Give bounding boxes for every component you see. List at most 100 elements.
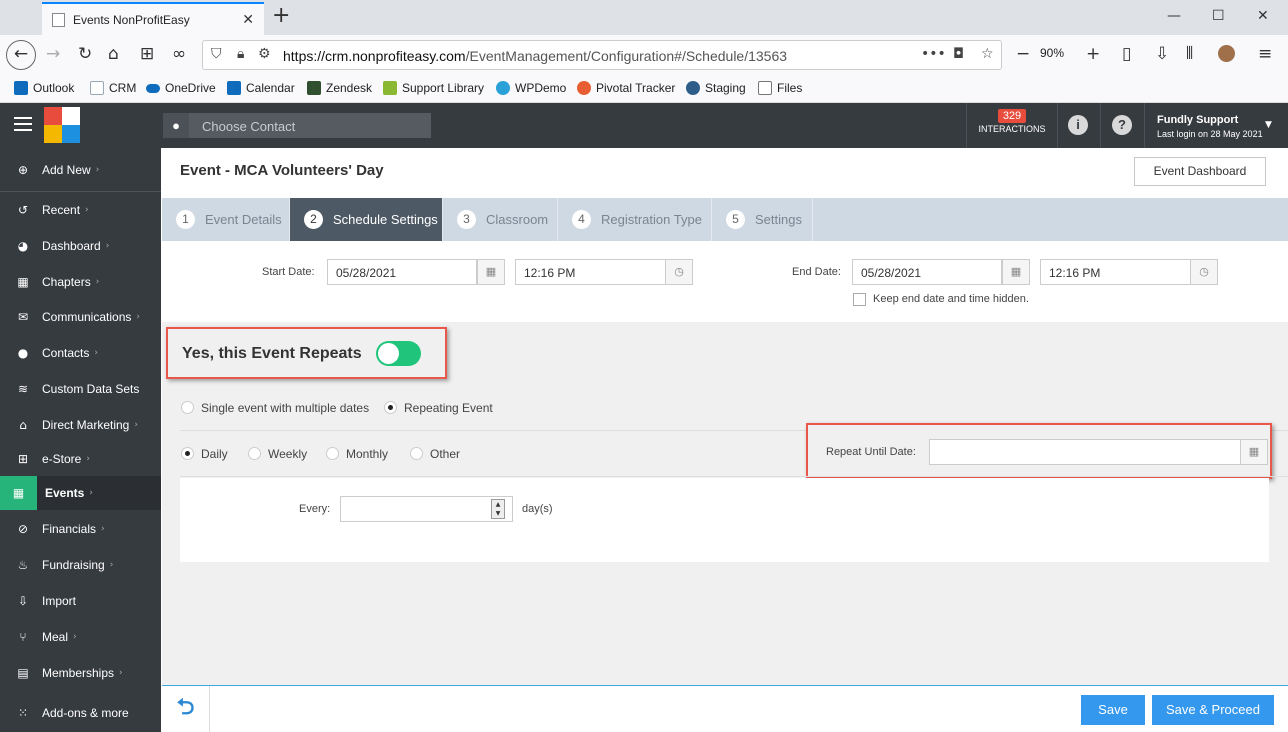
menu-icon[interactable]: ≡ bbox=[1258, 43, 1272, 65]
reload-icon[interactable]: ↻ bbox=[78, 43, 92, 65]
cloud-icon bbox=[146, 83, 160, 93]
weekly-radio[interactable] bbox=[248, 447, 261, 460]
bookmark-calendar[interactable]: Calendar bbox=[227, 81, 295, 95]
apps-icon: ⁙ bbox=[17, 706, 29, 720]
app-logo[interactable] bbox=[44, 107, 80, 143]
end-date-input[interactable]: 05/28/2021 bbox=[852, 259, 1002, 285]
other-label: Other bbox=[430, 447, 461, 461]
start-time-input[interactable]: 12:16 PM bbox=[515, 259, 666, 285]
pocket-icon[interactable]: ◘ bbox=[953, 46, 964, 62]
sidebar-item-contacts[interactable]: ● Contacts › bbox=[0, 336, 161, 370]
sidebar-item-recent[interactable]: ↺ Recent › bbox=[0, 193, 161, 227]
daily-label: Daily bbox=[201, 447, 228, 461]
bookmark-support-library[interactable]: Support Library bbox=[383, 81, 484, 95]
tab-schedule-settings[interactable]: 2 Schedule Settings bbox=[290, 198, 443, 241]
url-bar[interactable]: ⛉ 🔒︎ ⚙ https://crm.nonprofiteasy.com/Eve… bbox=[202, 40, 1002, 70]
sidebar-item-financials[interactable]: ⊘ Financials › bbox=[0, 512, 161, 546]
info-icon[interactable]: i bbox=[1068, 115, 1088, 135]
new-window-icon[interactable]: ⊞ bbox=[140, 43, 154, 65]
lock-icon[interactable]: 🔒︎ bbox=[237, 46, 244, 62]
url-text[interactable]: https://crm.nonprofiteasy.com/EventManag… bbox=[283, 48, 787, 64]
tab-classroom[interactable]: 3 Classroom bbox=[443, 198, 558, 241]
sidebar-item-add-new[interactable]: ⊕ Add New › bbox=[0, 153, 161, 187]
new-tab-icon[interactable]: + bbox=[272, 5, 290, 27]
bookmark-pivotal-tracker[interactable]: Pivotal Tracker bbox=[577, 81, 675, 95]
sidebar-toggle-icon[interactable]: ▯ bbox=[1122, 43, 1131, 65]
start-date-label: Start Date: bbox=[262, 266, 315, 278]
save-button[interactable]: Save bbox=[1081, 695, 1145, 725]
help-icon[interactable]: ? bbox=[1112, 115, 1132, 135]
permissions-icon[interactable]: ⚙ bbox=[258, 46, 271, 62]
bookmark-star-icon[interactable]: ☆ bbox=[981, 46, 994, 62]
download-icon[interactable]: ⇩ bbox=[1155, 43, 1169, 65]
single-event-radio[interactable] bbox=[181, 401, 194, 414]
tab-event-details[interactable]: 1 Event Details bbox=[162, 198, 290, 241]
window-close-icon[interactable]: ✕ bbox=[1257, 8, 1269, 24]
end-time-input[interactable]: 12:16 PM bbox=[1040, 259, 1191, 285]
end-date-calendar-icon[interactable]: ▦ bbox=[1002, 259, 1030, 285]
bookmark-outlook[interactable]: Outlook bbox=[14, 81, 74, 95]
sidebar-item-meal[interactable]: ⑂ Meal › bbox=[0, 620, 161, 654]
save-proceed-button[interactable]: Save & Proceed bbox=[1152, 695, 1274, 725]
forward-arrow-icon[interactable]: → bbox=[46, 43, 60, 65]
sidebar-item-events[interactable]: ▦ Events › bbox=[0, 476, 161, 510]
sidebar-item-direct-marketing[interactable]: ⌂ Direct Marketing › bbox=[0, 408, 161, 442]
bookmark-zendesk[interactable]: Zendesk bbox=[307, 81, 372, 95]
sidebar-item-add-ons-more[interactable]: ⁙ Add-ons & more bbox=[0, 696, 161, 730]
home-icon[interactable]: ⌂ bbox=[108, 43, 119, 65]
sidebar-item-communications[interactable]: ✉ Communications › bbox=[0, 300, 161, 334]
back-arrow-icon[interactable]: ← bbox=[6, 40, 36, 70]
keep-hidden-checkbox[interactable] bbox=[853, 293, 866, 306]
repeat-until-calendar-icon[interactable]: ▦ bbox=[1240, 439, 1268, 465]
repeating-event-radio[interactable] bbox=[384, 401, 397, 414]
sidebar-item-import[interactable]: ⇩ Import bbox=[0, 584, 161, 618]
maximize-icon[interactable]: ☐ bbox=[1212, 8, 1225, 24]
zoom-level[interactable]: 90% bbox=[1040, 46, 1064, 60]
more-actions-icon[interactable]: ••• bbox=[921, 46, 946, 62]
sidebar-item-fundraising[interactable]: ♨ Fundraising › bbox=[0, 548, 161, 582]
hamburger-menu-icon[interactable] bbox=[14, 117, 32, 131]
close-tab-icon[interactable]: ✕ bbox=[242, 11, 254, 28]
sidebar-item-memberships[interactable]: ▤ Memberships › bbox=[0, 656, 161, 690]
shield-icon[interactable]: ⛉ bbox=[211, 46, 222, 62]
choose-contact-search[interactable]: ● Choose Contact bbox=[163, 113, 431, 138]
monthly-radio[interactable] bbox=[326, 447, 339, 460]
repeat-toggle-switch[interactable] bbox=[376, 341, 421, 366]
bookmark-files[interactable]: Files bbox=[758, 81, 802, 95]
event-dashboard-button[interactable]: Event Dashboard bbox=[1134, 157, 1266, 186]
library-icon[interactable]: ⫴ bbox=[1186, 43, 1193, 65]
user-name: Fundly Support bbox=[1157, 114, 1239, 126]
sidebar-item-dashboard[interactable]: ◕ Dashboard › bbox=[0, 229, 161, 263]
interactions-button[interactable]: 329 INTERACTIONS bbox=[966, 103, 1058, 148]
bookmark-wpdemo[interactable]: WPDemo bbox=[496, 81, 566, 95]
other-radio[interactable] bbox=[410, 447, 423, 460]
daily-radio[interactable] bbox=[181, 447, 194, 460]
browser-tab[interactable]: Events NonProfitEasy ✕ bbox=[42, 2, 264, 35]
every-input[interactable] bbox=[340, 496, 513, 522]
zoom-out-icon[interactable]: − bbox=[1016, 43, 1030, 65]
minimize-icon[interactable]: — bbox=[1167, 8, 1181, 24]
tab-settings[interactable]: 5 Settings bbox=[712, 198, 813, 241]
every-stepper-icon[interactable]: ▲ ▼ bbox=[491, 499, 505, 519]
return-arrow-icon[interactable]: ⮌ bbox=[162, 686, 210, 732]
sidebar-item-label: Import bbox=[42, 594, 77, 608]
bookmark-crm[interactable]: CRM bbox=[90, 81, 136, 95]
sidebar-item-custom-data-sets[interactable]: ≋ Custom Data Sets bbox=[0, 372, 161, 406]
private-mask-icon[interactable]: ∞ bbox=[172, 43, 186, 65]
account-avatar-icon[interactable] bbox=[1218, 45, 1235, 62]
start-time-clock-icon[interactable]: ◷ bbox=[665, 259, 693, 285]
sidebar-item-chapters[interactable]: ▦ Chapters › bbox=[0, 265, 161, 299]
user-caret-down-icon[interactable]: ▼ bbox=[1265, 120, 1272, 130]
chevron-right-icon: › bbox=[119, 668, 123, 678]
end-time-clock-icon[interactable]: ◷ bbox=[1190, 259, 1218, 285]
bookmark-onedrive[interactable]: OneDrive bbox=[146, 81, 216, 95]
start-date-input[interactable]: 05/28/2021 bbox=[327, 259, 477, 285]
bookmark-staging[interactable]: Staging bbox=[686, 81, 746, 95]
every-panel: Every: ▲ ▼ day(s) bbox=[180, 478, 1269, 562]
repeat-until-input[interactable] bbox=[929, 439, 1241, 465]
start-date-calendar-icon[interactable]: ▦ bbox=[477, 259, 505, 285]
zoom-in-icon[interactable]: + bbox=[1086, 43, 1100, 65]
sidebar-item-e-store[interactable]: ⊞ e-Store › bbox=[0, 442, 161, 476]
user-menu[interactable]: Fundly Support Last login on 28 May 2021 bbox=[1157, 114, 1263, 139]
tab-registration-type[interactable]: 4 Registration Type bbox=[558, 198, 712, 241]
